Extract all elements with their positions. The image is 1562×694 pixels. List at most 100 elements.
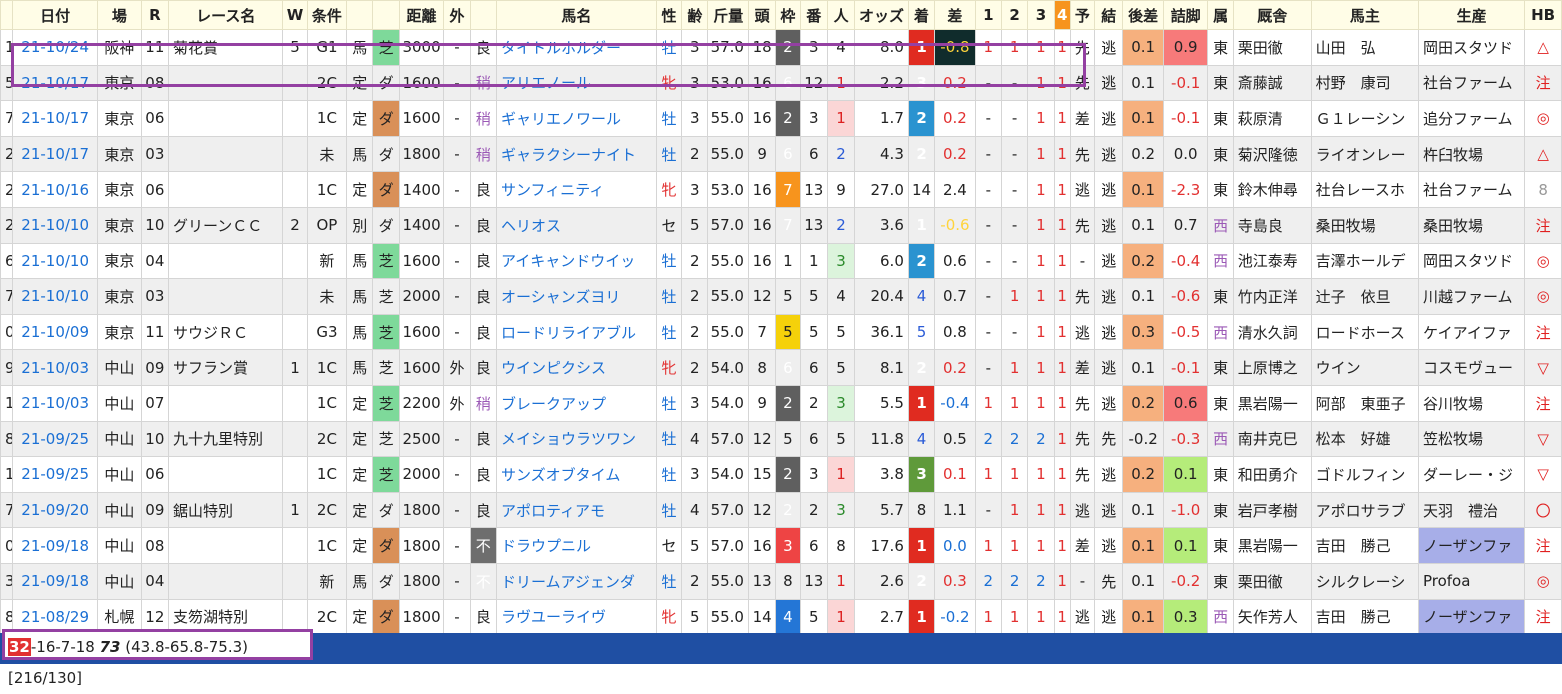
col-header-0[interactable] (0, 0, 14, 30)
col-header-34[interactable]: 生産 (1417, 0, 1526, 30)
table-row[interactable]: 321-09/18中山04新馬ダ1800-不ドリームアジェンダ牡255.0138… (0, 562, 1562, 600)
cell-breeder: ダーレー・ジ (1417, 456, 1526, 493)
col-header-20[interactable]: オッズ (854, 0, 909, 30)
col-header-32[interactable]: 厩舎 (1232, 0, 1312, 30)
table-row[interactable]: 021-09/18中山08 1C定ダ1800-不ドラウプニルセ557.016368… (0, 527, 1562, 564)
col-header-10[interactable]: 外 (443, 0, 471, 30)
cell-n: 9 (0, 349, 14, 386)
cell-date[interactable]: 21-10/10 (12, 242, 99, 280)
cell-horse[interactable]: ラヴユーライヴ (495, 598, 657, 636)
cell-c4: 1 (1053, 527, 1071, 564)
table-row[interactable]: 121-10/03中山071C定芝2200外稍ブレークアップ牡354.09223… (0, 384, 1562, 422)
col-header-1[interactable]: 日付 (12, 0, 99, 30)
col-header-12[interactable]: 馬名 (495, 0, 657, 30)
col-header-33[interactable]: 馬主 (1310, 0, 1419, 30)
cell-pop: 1 (826, 598, 856, 636)
cell-zoku: 東 (1207, 171, 1234, 208)
table-row[interactable]: 2121-10/10東京10グリーンＣＣ2OP別ダ1400-良ヘリオスセ557.… (0, 206, 1562, 244)
col-header-21[interactable]: 着 (907, 0, 936, 30)
table-row[interactable]: 2021-10/17東京03未馬ダ1800-稍ギャラクシーナイト牡255.096… (0, 135, 1562, 173)
cell-horse[interactable]: ギャラクシーナイト (495, 135, 657, 173)
col-header-22[interactable]: 差 (934, 0, 976, 30)
col-header-5[interactable]: W (282, 0, 308, 30)
table-row[interactable]: 2721-10/16東京061C定ダ1400-良サンフィニティ牝353.0167… (0, 171, 1562, 208)
col-header-29[interactable]: 後差 (1122, 0, 1164, 30)
table-row[interactable]: 721-09/20中山09鋸山特別12C定ダ1800-良アポロティアモ牡457.… (0, 491, 1562, 529)
cell-date[interactable]: 21-10/17 (12, 135, 99, 173)
table-row[interactable]: 521-10/17東京082C定ダ1600-稍アリエノール牝353.016612… (0, 64, 1562, 102)
col-header-28[interactable]: 結 (1094, 0, 1124, 30)
cell-horse[interactable]: アポロティアモ (495, 491, 657, 529)
cell-out: - (443, 64, 471, 102)
cell-date[interactable]: 21-10/10 (12, 206, 99, 244)
cell-horse[interactable]: ロードリライアブル (495, 313, 657, 351)
cell-c2: 1 (1000, 278, 1029, 315)
cell-horse[interactable]: サンフィニティ (495, 171, 657, 208)
col-header-26[interactable]: 4 (1053, 0, 1071, 30)
cell-date[interactable]: 21-10/03 (12, 384, 99, 422)
col-header-18[interactable]: 番 (799, 0, 828, 30)
col-header-8[interactable] (372, 0, 400, 30)
cell-date[interactable]: 21-10/16 (12, 171, 99, 208)
col-header-31[interactable]: 属 (1207, 0, 1234, 30)
col-header-23[interactable]: 1 (974, 0, 1002, 30)
col-header-16[interactable]: 頭 (747, 0, 777, 30)
table-row[interactable]: 921-10/03中山09サフラン賞11C馬芝1600外良ウインピクシス牝254… (0, 349, 1562, 386)
cell-horse[interactable]: メイショウラツワン (495, 420, 657, 458)
cell-date[interactable]: 21-10/10 (12, 278, 99, 315)
cell-horse[interactable]: ウインピクシス (495, 349, 657, 386)
cell-date[interactable]: 21-09/18 (12, 527, 99, 564)
col-header-24[interactable]: 2 (1000, 0, 1029, 30)
cell-date[interactable]: 21-10/17 (12, 100, 99, 137)
cell-horse[interactable]: アイキャンドウイッ (495, 242, 657, 280)
cell-breeder: 杵臼牧場 (1417, 135, 1526, 173)
col-header-13[interactable]: 性 (655, 0, 683, 30)
table-row[interactable]: 021-10/09東京11サウジＲＣG3馬芝1600-良ロードリライアブル牡25… (0, 313, 1562, 351)
cell-horse[interactable]: ヘリオス (495, 206, 657, 244)
cell-horse[interactable]: サンズオブタイム (495, 456, 657, 493)
col-header-30[interactable]: 詰脚 (1162, 0, 1209, 30)
cell-date[interactable]: 21-09/20 (12, 491, 99, 529)
table-row[interactable]: 721-10/17東京061C定ダ1600-稍ギャリエノワール牡355.0162… (0, 100, 1562, 137)
col-header-11[interactable] (469, 0, 497, 30)
col-header-27[interactable]: 予 (1069, 0, 1096, 30)
cell-date[interactable]: 21-10/17 (12, 64, 99, 102)
col-header-25[interactable]: 3 (1027, 0, 1055, 30)
cell-pop: 3 (826, 242, 856, 280)
cell-horse[interactable]: ブレークアップ (495, 384, 657, 422)
cell-heads: 13 (747, 562, 777, 600)
cell-date[interactable]: 21-09/18 (12, 562, 99, 600)
cell-date[interactable]: 21-10/24 (12, 29, 99, 66)
cell-date[interactable]: 21-09/25 (12, 456, 99, 493)
col-header-35[interactable]: HB (1524, 0, 1562, 30)
cell-date[interactable]: 21-10/09 (12, 313, 99, 351)
cell-baba: 良 (469, 29, 497, 66)
cell-horse[interactable]: ドリームアジェンダ (495, 562, 657, 600)
col-header-9[interactable]: 距離 (398, 0, 445, 30)
cell-baba: 良 (469, 456, 497, 493)
cell-date[interactable]: 21-10/03 (12, 349, 99, 386)
table-row[interactable]: 621-10/10東京04新馬芝1600-良アイキャンドウイッ牡255.0161… (0, 242, 1562, 280)
col-header-19[interactable]: 人 (826, 0, 856, 30)
cell-horse[interactable]: オーシャンズヨリ (495, 278, 657, 315)
cell-date[interactable]: 21-09/25 (12, 420, 99, 458)
cell-horse[interactable]: タイトルホルダー (495, 29, 657, 66)
cell-horse[interactable]: アリエノール (495, 64, 657, 102)
col-header-3[interactable]: R (140, 0, 170, 30)
cell-horse[interactable]: ギャリエノワール (495, 100, 657, 137)
col-header-7[interactable] (346, 0, 374, 30)
col-header-15[interactable]: 斤量 (707, 0, 749, 30)
cell-horse[interactable]: ドラウプニル (495, 527, 657, 564)
col-header-2[interactable]: 場 (97, 0, 142, 30)
table-row[interactable]: 121-09/25中山061C定芝2000-良サンズオブタイム牡354.0152… (0, 456, 1562, 493)
col-header-17[interactable]: 枠 (775, 0, 801, 30)
cell-c3: 2 (1027, 562, 1055, 600)
table-row[interactable]: 821-09/25中山10九十九里特別2C定芝2500-良メイショウラツワン牡4… (0, 420, 1562, 458)
table-row[interactable]: 721-10/10東京03未馬芝2000-良オーシャンズヨリ牡255.01255… (0, 278, 1562, 315)
cell-cond: 馬 (346, 562, 374, 600)
col-header-14[interactable]: 齢 (681, 0, 709, 30)
table-row[interactable]: 121-10/24阪神11菊花賞5G1馬芝3000-良タイトルホルダー牡357.… (0, 29, 1562, 66)
col-header-6[interactable]: 条件 (306, 0, 348, 30)
cell-diff: -0.2 (934, 598, 976, 636)
col-header-4[interactable]: レース名 (168, 0, 284, 30)
